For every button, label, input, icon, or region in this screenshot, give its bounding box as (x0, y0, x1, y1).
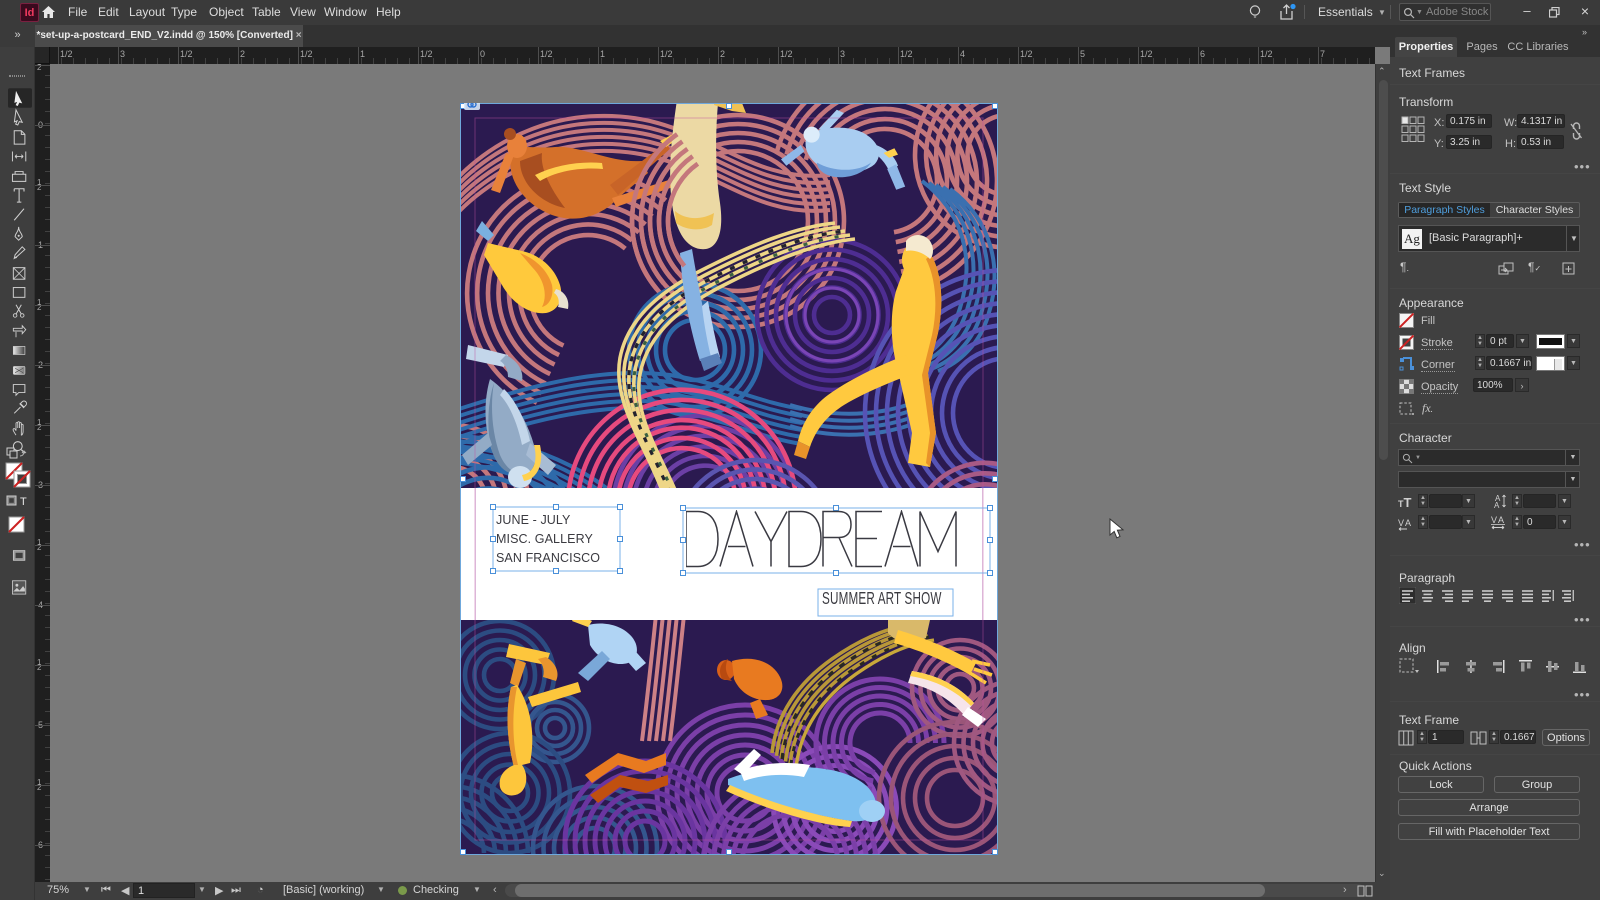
svg-text:V: V (1491, 515, 1497, 525)
svg-text:A: A (1498, 515, 1504, 525)
svg-text:T: T (20, 496, 27, 507)
svg-text:A: A (1494, 501, 1500, 509)
svg-text:A: A (1405, 518, 1411, 528)
svg-text:V: V (1398, 518, 1404, 528)
